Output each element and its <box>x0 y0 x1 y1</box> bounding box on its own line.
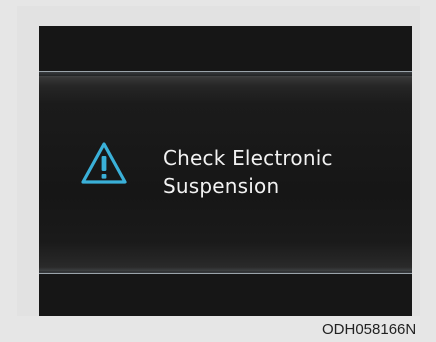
top-divider-glow <box>39 72 412 78</box>
warning-exclamation-dot <box>101 174 107 179</box>
warning-message-line-2: Suspension <box>163 174 280 198</box>
bottom-divider-line <box>39 273 412 274</box>
cluster-display: Check Electronic Suspension <box>39 26 412 316</box>
warning-message-line-1: Check Electronic <box>163 146 333 170</box>
warning-exclamation-bar <box>101 156 107 171</box>
warning-triangle-icon <box>81 142 127 184</box>
figure-code: ODH058166N <box>322 321 417 338</box>
warning-message: Check Electronic Suspension <box>163 144 403 200</box>
